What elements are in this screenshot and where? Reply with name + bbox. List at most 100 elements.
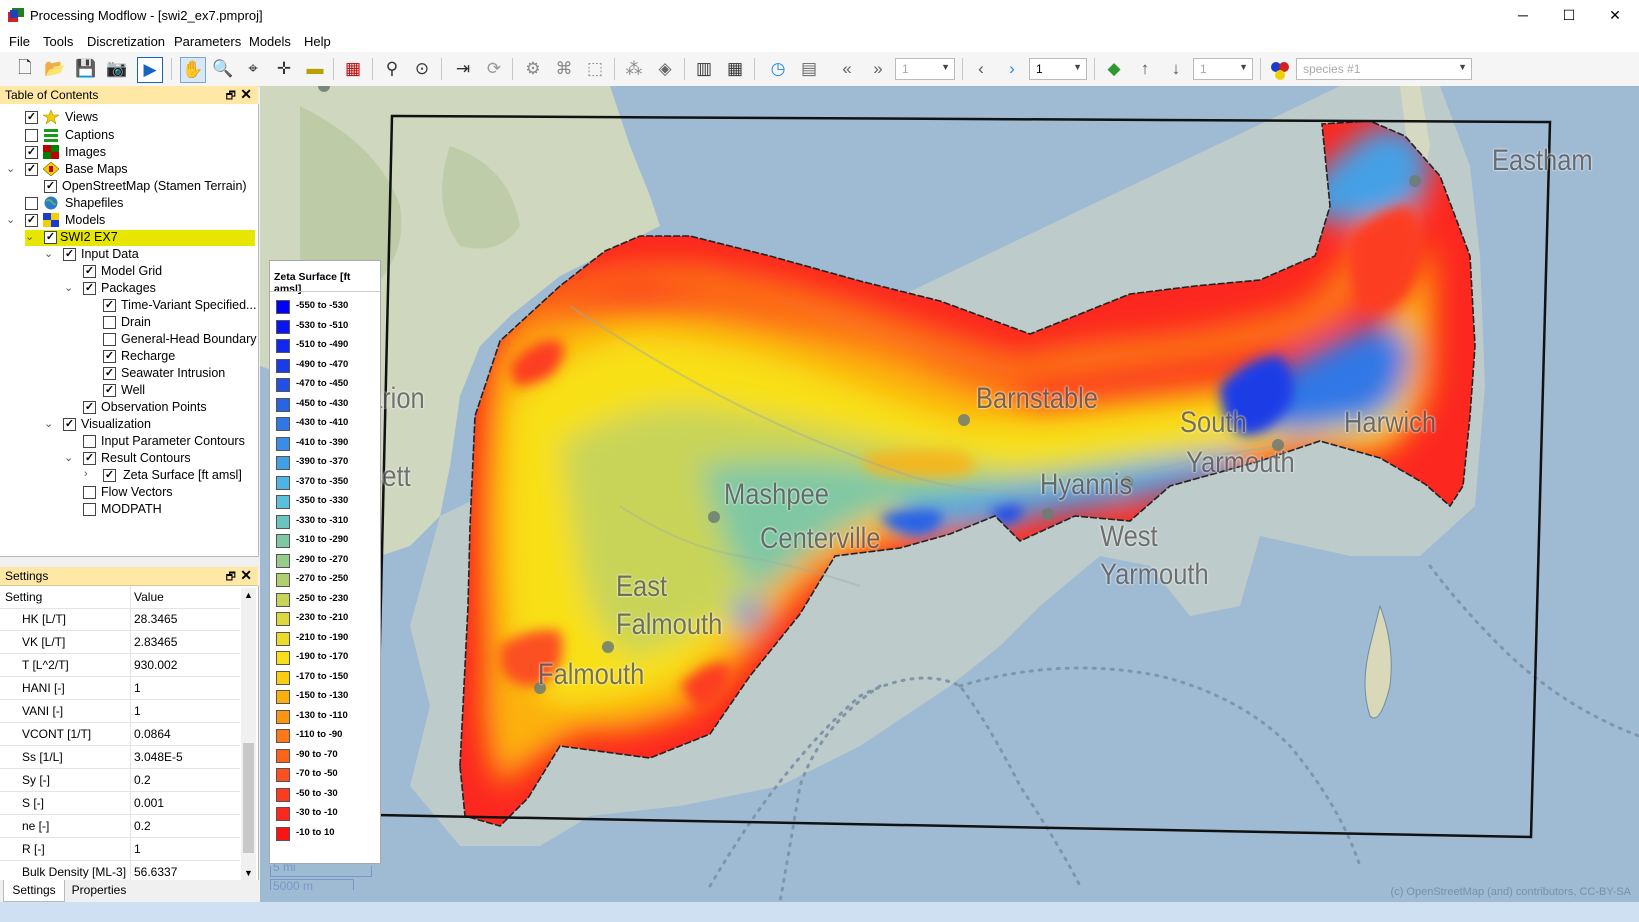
tool-a-icon[interactable]: ⚙ bbox=[521, 57, 545, 81]
menu-models[interactable]: Models bbox=[249, 34, 291, 49]
menu-discretization[interactable]: Discretization bbox=[87, 34, 165, 49]
result-contours-checkbox[interactable]: ✓ bbox=[83, 452, 96, 465]
table-grid-icon[interactable]: ▦ bbox=[723, 57, 747, 81]
expand-icon[interactable]: › bbox=[84, 468, 88, 480]
collapse-icon[interactable]: ⌄ bbox=[64, 281, 73, 294]
collapse-icon[interactable]: ⌄ bbox=[44, 417, 53, 430]
base-maps-checkbox[interactable]: ✓ bbox=[25, 163, 38, 176]
setting-value[interactable]: 0.2 bbox=[134, 819, 151, 833]
refresh-icon[interactable]: ⟳ bbox=[482, 57, 506, 81]
camera-icon[interactable]: 📷 bbox=[105, 57, 129, 81]
setting-value[interactable]: 1 bbox=[134, 704, 141, 718]
shapefiles-checkbox[interactable] bbox=[25, 197, 38, 210]
layer-stack-icon[interactable]: ◆ bbox=[1102, 57, 1126, 81]
layers-icon[interactable]: ◈ bbox=[653, 57, 677, 81]
visualization-checkbox[interactable]: ✓ bbox=[63, 418, 76, 431]
osm-checkbox[interactable]: ✓ bbox=[44, 180, 57, 193]
settings-row[interactable]: VCONT [1/T] 0.0864 bbox=[0, 723, 240, 746]
drain-checkbox[interactable] bbox=[103, 316, 116, 329]
stress-period-combo[interactable]: 1 ▼ bbox=[1029, 58, 1087, 80]
minimize-button[interactable]: ─ bbox=[1500, 0, 1546, 30]
run-icon[interactable]: ▶ bbox=[137, 57, 163, 83]
settings-row[interactable]: VANI [-] 1 bbox=[0, 700, 240, 723]
input-contours-checkbox[interactable] bbox=[83, 435, 96, 448]
zoom-icon[interactable]: 🔍 bbox=[211, 57, 235, 81]
settings-pin-icon[interactable]: 🗗 bbox=[226, 568, 236, 587]
maximize-button[interactable]: ☐ bbox=[1546, 0, 1592, 30]
settings-row[interactable]: T [L^2/T] 930.002 bbox=[0, 654, 240, 677]
settings-close-icon[interactable]: ✕ bbox=[240, 567, 252, 584]
collapse-icon[interactable]: ⌄ bbox=[6, 162, 15, 175]
close-window-button[interactable]: ✕ bbox=[1592, 0, 1638, 30]
next-icon[interactable]: › bbox=[1000, 57, 1024, 81]
collapse-icon[interactable]: ⌄ bbox=[64, 451, 73, 464]
images-checkbox[interactable]: ✓ bbox=[25, 146, 38, 159]
collapse-icon[interactable]: ⌄ bbox=[6, 213, 15, 226]
settings-row[interactable]: HK [L/T] 28.3465 bbox=[0, 608, 240, 631]
menu-parameters[interactable]: Parameters bbox=[174, 34, 241, 49]
input-data-checkbox[interactable]: ✓ bbox=[63, 248, 76, 261]
export-icon[interactable]: ⇥ bbox=[451, 57, 475, 81]
crosshair-icon[interactable]: ✛ bbox=[272, 57, 296, 81]
menu-help[interactable]: Help bbox=[304, 34, 331, 49]
layer-combo-2[interactable]: 1 ▼ bbox=[1193, 58, 1253, 80]
setting-value[interactable]: 56.6337 bbox=[134, 865, 177, 879]
last-icon[interactable]: » bbox=[866, 57, 890, 81]
species-combo[interactable]: species #1 ▼ bbox=[1296, 58, 1472, 80]
tab-settings[interactable]: Settings bbox=[3, 880, 65, 902]
species-icon[interactable] bbox=[1268, 60, 1292, 82]
flow-vectors-checkbox[interactable] bbox=[83, 486, 96, 499]
first-icon[interactable]: « bbox=[835, 57, 859, 81]
ghb-checkbox[interactable] bbox=[103, 333, 116, 346]
toc-swi2-ex7[interactable]: ⌄ ✓ SWI2 EX7 bbox=[25, 230, 255, 246]
column-grid-icon[interactable]: ▥ bbox=[692, 57, 716, 81]
recharge-checkbox[interactable]: ✓ bbox=[103, 350, 116, 363]
pin-icon[interactable]: ⚲ bbox=[380, 57, 404, 81]
open-folder-icon[interactable]: 📂 bbox=[43, 57, 67, 81]
map-svg[interactable] bbox=[260, 86, 1639, 902]
grid-icon[interactable]: ▦ bbox=[341, 57, 365, 81]
well-checkbox[interactable]: ✓ bbox=[103, 384, 116, 397]
toc-close-icon[interactable]: ✕ bbox=[240, 86, 252, 103]
settings-row[interactable]: HANI [-] 1 bbox=[0, 677, 240, 700]
setting-value[interactable]: 1 bbox=[134, 842, 141, 856]
up-arrow-icon[interactable]: ↑ bbox=[1133, 57, 1157, 81]
collapse-icon[interactable]: ⌄ bbox=[25, 230, 34, 243]
setting-value[interactable]: 0.0864 bbox=[134, 727, 171, 741]
captions-checkbox[interactable] bbox=[25, 129, 38, 142]
tool-c-icon[interactable]: ⬚ bbox=[583, 57, 607, 81]
layer-combo-1[interactable]: 1 ▼ bbox=[895, 58, 955, 80]
setting-value[interactable]: 0.001 bbox=[134, 796, 164, 810]
setting-value[interactable]: 930.002 bbox=[134, 658, 177, 672]
models-checkbox[interactable]: ✓ bbox=[25, 214, 38, 227]
setting-value[interactable]: 28.3465 bbox=[134, 612, 177, 626]
scroll-thumb[interactable] bbox=[243, 743, 254, 853]
settings-row[interactable]: VK [L/T] 2.83465 bbox=[0, 631, 240, 654]
menu-file[interactable]: File bbox=[9, 34, 30, 49]
setting-value[interactable]: 2.83465 bbox=[134, 635, 177, 649]
map-canvas[interactable]: arion isett Mashpee Centerville East Fal… bbox=[260, 86, 1639, 902]
rotate-icon[interactable]: ⊙ bbox=[410, 57, 434, 81]
seawater-checkbox[interactable]: ✓ bbox=[103, 367, 116, 380]
settings-row[interactable]: ne [-] 0.2 bbox=[0, 815, 240, 838]
modpath-checkbox[interactable] bbox=[83, 503, 96, 516]
time-variant-checkbox[interactable]: ✓ bbox=[103, 299, 116, 312]
settings-row[interactable]: S [-] 0.001 bbox=[0, 792, 240, 815]
settings-row[interactable]: Sy [-] 0.2 bbox=[0, 769, 240, 792]
prev-icon[interactable]: ‹ bbox=[969, 57, 993, 81]
scroll-down-icon[interactable]: ▼ bbox=[244, 868, 253, 878]
setting-value[interactable]: 3.048E-5 bbox=[134, 750, 183, 764]
zoom-extent-icon[interactable]: ⌖ bbox=[241, 57, 265, 81]
model-grid-checkbox[interactable]: ✓ bbox=[83, 265, 96, 278]
spreadsheet-icon[interactable]: ▤ bbox=[797, 57, 821, 81]
new-file-icon[interactable]: 🗋 bbox=[13, 57, 37, 81]
tool-d-icon[interactable]: ⁂ bbox=[622, 57, 646, 81]
scroll-up-icon[interactable]: ▲ bbox=[244, 590, 253, 600]
measure-icon[interactable]: ▬ bbox=[303, 57, 327, 81]
menu-tools[interactable]: Tools bbox=[43, 34, 73, 49]
tool-b-icon[interactable]: ⌘ bbox=[552, 57, 576, 81]
down-arrow-icon[interactable]: ↓ bbox=[1164, 57, 1188, 81]
swi2-checkbox[interactable]: ✓ bbox=[44, 231, 57, 244]
zeta-checkbox[interactable]: ✓ bbox=[103, 469, 116, 482]
setting-value[interactable]: 1 bbox=[134, 681, 141, 695]
